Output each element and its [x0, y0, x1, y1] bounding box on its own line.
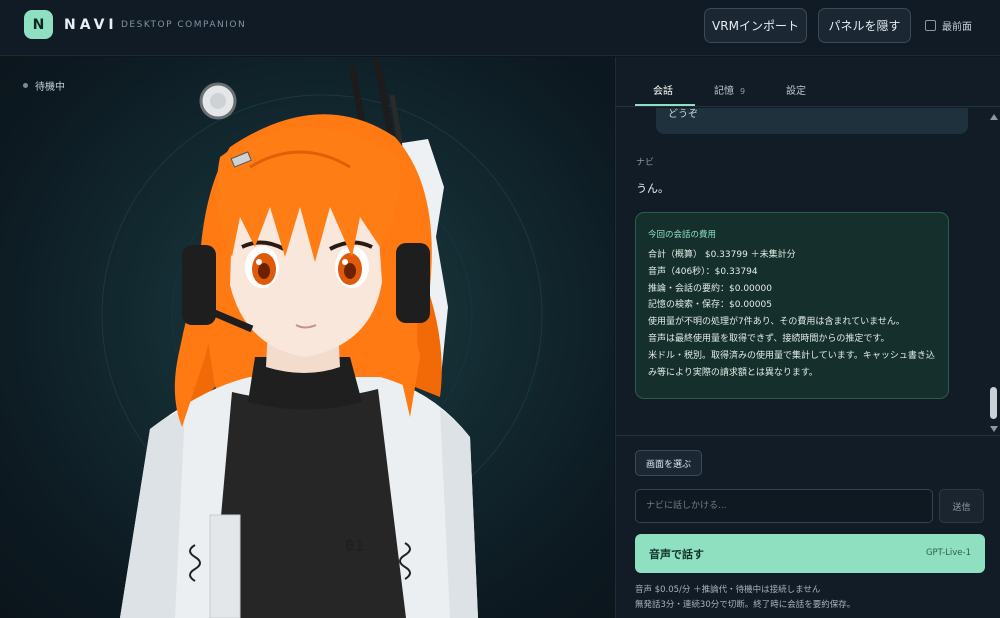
active-tab-indicator [635, 104, 695, 106]
tab-memory-label: 記憶 [714, 86, 734, 97]
assistant-sender-label: ナビ [636, 158, 655, 168]
scroll-thumb[interactable] [990, 387, 997, 419]
memory-count-badge: 9 [740, 87, 746, 96]
tab-settings[interactable]: 設定 [786, 82, 806, 97]
avatar-model[interactable]: 01 [0, 57, 614, 618]
cost-memory: 記憶の検索・保存：$0.00005 [648, 300, 772, 311]
cost-summary-title: 今回の会話の費用 [648, 230, 717, 240]
voice-pricing-note: 音声 $0.05/分 ＋推論代・待機中は接続しません [635, 585, 821, 595]
voice-talk-button[interactable]: 音声で話す GPT-Live-1 [635, 534, 985, 573]
tab-conversation[interactable]: 会話 [653, 82, 673, 97]
hide-panel-button[interactable]: パネルを隠す [818, 8, 911, 43]
brand-tagline: DESKTOP COMPANION [121, 20, 247, 30]
scroll-down-arrow-icon[interactable] [990, 426, 998, 432]
brand-name: NAVI [64, 17, 118, 33]
composer: 画面を選ぶ 送信 音声で話す GPT-Live-1 音声 $0.05/分 ＋推論… [616, 435, 1000, 618]
cost-summary-card: 今回の会話の費用 合計（概算） $0.33799 ＋未集計分 音声（406秒）：… [635, 212, 949, 399]
panel-tabs: 会話 記憶 9 設定 [616, 57, 1000, 107]
chest-badge: 01 [345, 536, 364, 555]
cost-audio: 音声（406秒）：$0.33794 [648, 266, 758, 277]
status-indicator: 待機中 [23, 78, 65, 93]
always-on-top-checkbox[interactable] [925, 20, 936, 31]
vrm-import-button[interactable]: VRMインポート [704, 8, 807, 43]
always-on-top-toggle[interactable]: 最前面 [925, 18, 972, 33]
app-logo: N [24, 10, 53, 39]
user-message-bubble [656, 108, 968, 134]
avatar-stage[interactable]: 01 待機中 [0, 57, 614, 618]
scroll-up-arrow-icon[interactable] [990, 114, 998, 120]
user-message-text: どうぞ [668, 109, 698, 120]
cost-note-audio: 音声は最終使用量を取得できず、接続時間からの推定です。 [648, 333, 890, 344]
app-window: N NAVI DESKTOP COMPANION VRMインポート パネルを隠す… [0, 0, 1000, 618]
voice-talk-label: 音声で話す [649, 548, 704, 561]
tab-conversation-label: 会話 [653, 86, 673, 97]
tab-memory[interactable]: 記憶 9 [714, 82, 745, 97]
chat-scrollbar[interactable] [988, 114, 999, 435]
send-button[interactable]: 送信 [939, 489, 984, 523]
status-label: 待機中 [35, 82, 65, 93]
cost-note-currency: 米ドル・税別。取得済みの使用量で集計しています。キャッシュ書き込み等により実際の… [648, 350, 935, 378]
chat-log[interactable]: どうぞ ナビ うん。 今回の会話の費用 合計（概算） $0.33799 ＋未集計… [616, 108, 1000, 433]
cost-note-unknown: 使用量が不明の処理が7件あり、その費用は含まれていません。 [648, 317, 905, 328]
cost-inference: 推論・会話の要約：$0.00000 [648, 283, 772, 294]
cost-total: 合計（概算） $0.33799 ＋未集計分 [648, 250, 796, 260]
always-on-top-label: 最前面 [942, 22, 972, 33]
header-bar: N NAVI DESKTOP COMPANION VRMインポート パネルを隠す… [0, 0, 1000, 56]
voice-model-label: GPT-Live-1 [925, 548, 971, 558]
assistant-message-text: うん。 [636, 182, 669, 195]
side-panel: 会話 記憶 9 設定 どうぞ ナビ うん。 今回の会話の費用 合計（概算） $0.… [615, 57, 1000, 618]
voice-timeout-note: 無発話3分・連続30分で切断。終了時に会話を要約保存。 [635, 600, 856, 610]
message-input[interactable] [635, 489, 933, 523]
tab-settings-label: 設定 [786, 86, 806, 97]
status-dot [23, 83, 28, 88]
pick-screen-button[interactable]: 画面を選ぶ [635, 450, 702, 476]
